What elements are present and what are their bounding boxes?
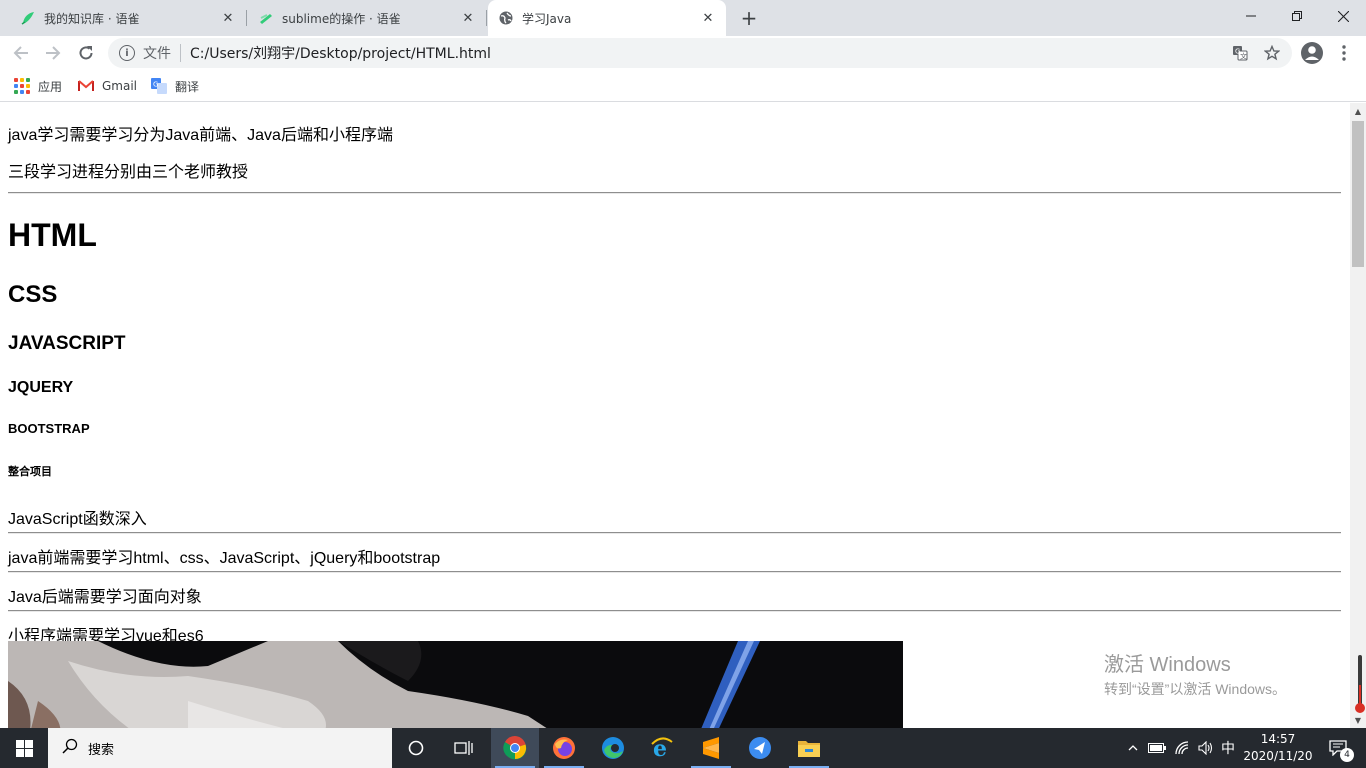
star-icon[interactable] bbox=[1261, 42, 1283, 64]
url-text[interactable]: C:/Users/刘翔宇/Desktop/project/HTML.html bbox=[190, 43, 491, 63]
line-frontend: java前端需要学习html、css、JavaScript、jQuery和boo… bbox=[8, 550, 441, 567]
vertical-scrollbar[interactable]: ▲ ▼ bbox=[1350, 103, 1366, 728]
cortana-icon[interactable] bbox=[392, 728, 440, 768]
tab-title: 学习Java bbox=[522, 11, 572, 26]
heading-h3: JAVASCRIPT bbox=[8, 333, 126, 354]
reload-icon[interactable] bbox=[73, 40, 99, 66]
bookmark-gmail[interactable]: Gmail bbox=[78, 76, 137, 96]
taskbar-search-box[interactable]: 搜索 bbox=[48, 728, 392, 768]
close-icon[interactable]: ✕ bbox=[460, 10, 476, 26]
tab-yuque-knowledge[interactable]: 我的知识库 · 语雀 ✕ bbox=[10, 0, 247, 36]
address-bar[interactable]: i 文件 C:/Users/刘翔宇/Desktop/project/HTML.h… bbox=[108, 38, 1292, 68]
tab-sublime-doc[interactable]: sublime的操作 · 语雀 ✕ bbox=[248, 0, 487, 36]
translate-page-icon[interactable]: G文 bbox=[1229, 42, 1251, 64]
windows-taskbar: 搜索 e 中 14:57 2020/11/20 4 bbox=[0, 728, 1366, 768]
clock-date: 2020/11/20 bbox=[1243, 749, 1313, 763]
file-explorer-icon[interactable] bbox=[785, 728, 833, 768]
bookmark-label: Gmail bbox=[102, 79, 138, 93]
task-view-icon[interactable] bbox=[440, 728, 488, 768]
tab-learn-java[interactable]: 学习Java ✕ bbox=[488, 0, 726, 36]
video-frame[interactable] bbox=[8, 641, 903, 728]
wifi-icon[interactable] bbox=[1172, 728, 1194, 768]
search-placeholder: 搜索 bbox=[88, 742, 115, 758]
close-window-icon[interactable] bbox=[1320, 0, 1366, 32]
svg-text:文: 文 bbox=[1240, 52, 1247, 61]
horizontal-rule bbox=[8, 532, 1341, 534]
heading-h2: CSS bbox=[8, 281, 58, 308]
tab-title: 我的知识库 · 语雀 bbox=[44, 11, 140, 26]
menu-kebab-icon[interactable] bbox=[1333, 42, 1355, 64]
heading-h6: 整合项目 bbox=[8, 466, 52, 478]
sublime-icon[interactable] bbox=[687, 728, 735, 768]
restore-icon[interactable] bbox=[1274, 0, 1320, 32]
info-icon[interactable]: i bbox=[119, 45, 135, 61]
firefox-icon[interactable] bbox=[540, 728, 588, 768]
search-icon bbox=[62, 738, 78, 758]
svg-text:G: G bbox=[153, 81, 158, 89]
bookmark-label: 应用 bbox=[38, 79, 63, 94]
horizontal-rule bbox=[8, 610, 1341, 612]
security-label[interactable]: 文件 bbox=[143, 43, 171, 63]
back-icon[interactable] bbox=[8, 40, 34, 66]
windows-activation-watermark: 激活 Windows 转到“设置”以激活 Windows。 bbox=[1104, 648, 1286, 699]
chrome-icon[interactable] bbox=[491, 728, 539, 768]
ime-indicator[interactable]: 中 bbox=[1218, 728, 1238, 768]
horizontal-rule bbox=[8, 192, 1341, 194]
yuque-icon bbox=[20, 10, 36, 26]
apps-grid-icon bbox=[14, 78, 30, 94]
tab-strip: 我的知识库 · 语雀 ✕ sublime的操作 · 语雀 ✕ 学习Java ✕ … bbox=[0, 0, 1366, 36]
battery-icon[interactable] bbox=[1146, 728, 1168, 768]
heading-h5: BOOTSTRAP bbox=[8, 421, 90, 436]
new-tab-button[interactable]: + bbox=[737, 6, 761, 30]
taskbar-clock[interactable]: 14:57 2020/11/20 bbox=[1238, 731, 1318, 765]
clock-time: 14:57 bbox=[1260, 732, 1296, 746]
divider bbox=[180, 44, 181, 62]
bookmarks-bar: 应用 Gmail G 翻译 bbox=[0, 70, 1366, 102]
show-hidden-icons-icon[interactable] bbox=[1124, 728, 1142, 768]
bookmark-translate[interactable]: G 翻译 bbox=[151, 76, 199, 96]
watermark-title: 激活 Windows bbox=[1104, 654, 1231, 676]
ie-icon[interactable]: e bbox=[638, 728, 686, 768]
line-backend: Java后端需要学习面向对象 bbox=[8, 589, 202, 606]
heading-h1: HTML bbox=[8, 217, 97, 253]
close-icon[interactable]: ✕ bbox=[220, 10, 236, 26]
globe-icon bbox=[498, 10, 514, 26]
page-viewport: java学习需要学习分为Java前端、Java后端和小程序端 三段学习进程分别由… bbox=[0, 103, 1350, 728]
horizontal-rule bbox=[8, 571, 1341, 573]
bookmark-label: 翻译 bbox=[175, 79, 200, 94]
scroll-up-icon[interactable]: ▲ bbox=[1350, 103, 1366, 119]
notification-center-icon[interactable]: 4 bbox=[1318, 728, 1358, 768]
watermark-subtitle: 转到“设置”以激活 Windows。 bbox=[1104, 681, 1287, 697]
windows-start-icon[interactable] bbox=[0, 728, 48, 768]
profile-avatar-icon[interactable] bbox=[1300, 41, 1324, 65]
tab-title: sublime的操作 · 语雀 bbox=[282, 11, 401, 26]
volume-icon[interactable] bbox=[1196, 728, 1216, 768]
forward-icon[interactable] bbox=[40, 40, 66, 66]
translate-icon: G bbox=[151, 78, 167, 94]
yuque-doc-icon bbox=[258, 10, 274, 26]
close-icon[interactable]: ✕ bbox=[700, 10, 716, 26]
gmail-icon bbox=[78, 78, 94, 94]
line-js-functions: JavaScript函数深入 bbox=[8, 511, 147, 528]
heading-h4: JQUERY bbox=[8, 379, 74, 396]
intro-line-2: 三段学习进程分别由三个老师教授 bbox=[8, 164, 249, 181]
notification-badge: 4 bbox=[1340, 748, 1354, 762]
thermometer-icon bbox=[1355, 655, 1365, 713]
feishu-icon[interactable] bbox=[736, 728, 784, 768]
bookmark-apps[interactable]: 应用 bbox=[14, 76, 62, 96]
minimize-icon[interactable] bbox=[1228, 0, 1274, 32]
edge-icon[interactable] bbox=[589, 728, 637, 768]
scroll-thumb[interactable] bbox=[1352, 121, 1364, 267]
browser-toolbar: i 文件 C:/Users/刘翔宇/Desktop/project/HTML.h… bbox=[0, 36, 1366, 70]
intro-line-1: java学习需要学习分为Java前端、Java后端和小程序端 bbox=[8, 127, 393, 144]
